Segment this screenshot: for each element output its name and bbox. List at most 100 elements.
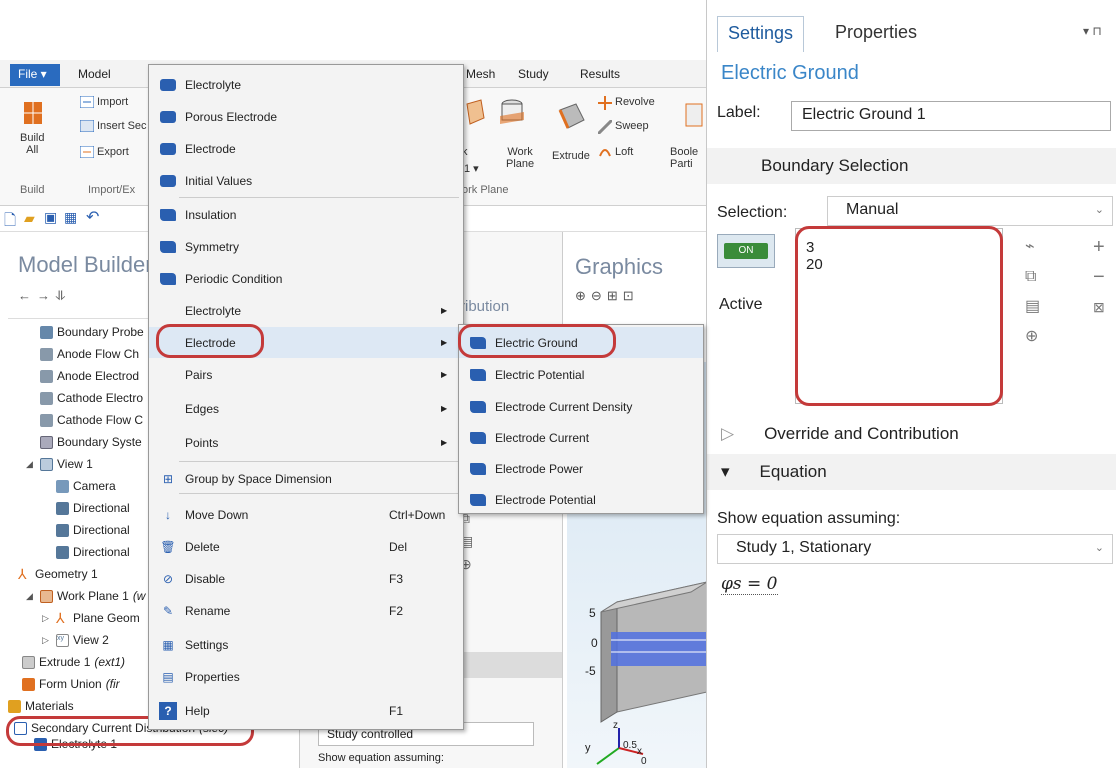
label-field[interactable]: Electric Ground 1 [791, 101, 1111, 131]
tab-results[interactable]: Results [580, 67, 620, 81]
show-icon[interactable]: ⥥ [56, 288, 71, 303]
zoom-box-icon[interactable]: ⊞ [607, 288, 623, 303]
menu-item[interactable]: Electrolyte [149, 69, 463, 100]
tree-item[interactable]: Materials [8, 695, 74, 717]
tab-study[interactable]: Study [518, 67, 549, 81]
booleans-partitions-button[interactable]: Boole Parti [670, 146, 698, 170]
show-equation-label-behind: Show equation assuming: [318, 752, 444, 764]
tree-item[interactable]: ◢ Work Plane 1 (w [26, 585, 145, 607]
submenu-item-label: Electric Potential [495, 367, 585, 382]
tree-item[interactable]: Camera [56, 475, 116, 497]
tree-item[interactable]: Form Union (fir [22, 673, 120, 695]
paste-icon[interactable]: ▤ [1025, 292, 1040, 322]
insert-sequence-button[interactable]: Insert Sec [97, 120, 147, 132]
menu-item[interactable]: ↓ Move Down Ctrl+Down [149, 499, 463, 530]
open-folder-icon[interactable]: ▰ [24, 210, 35, 227]
extrude-icon [22, 655, 35, 669]
menu-item[interactable]: Pairs ▶ [149, 359, 463, 390]
menu-item[interactable]: ▦ Settings [149, 629, 463, 660]
zoom-extents-icon[interactable]: ⊡ [623, 288, 639, 303]
menu-item[interactable]: Periodic Condition [149, 263, 463, 294]
tree-item[interactable]: Directional [56, 519, 130, 541]
tree-item[interactable]: ⅄ Geometry 1 [18, 563, 98, 585]
tree-item[interactable]: Anode Flow Ch [40, 343, 139, 365]
paint-icon[interactable]: ⌁ [1025, 232, 1040, 262]
menu-item[interactable]: Edges ▶ [149, 393, 463, 424]
tree-item-label: Cathode Flow C [57, 413, 144, 427]
expand-arrow-icon[interactable]: ◢ [26, 591, 36, 602]
forward-icon[interactable]: → [37, 288, 56, 303]
back-icon[interactable]: ← [18, 288, 37, 303]
tab-settings[interactable]: Settings [717, 16, 805, 52]
menu-item[interactable]: ? Help F1 [149, 695, 463, 726]
clear-icon[interactable]: ⊠ [1093, 292, 1105, 322]
section-override-label: Override and Contribution [764, 424, 959, 443]
submenu-item[interactable]: Electrode Power [459, 453, 703, 484]
tree-item[interactable]: Directional [56, 497, 130, 519]
save-as-icon[interactable]: ▦ [64, 209, 77, 226]
submenu-item[interactable]: Electric Potential [459, 359, 703, 390]
menu-item[interactable]: ▤ Properties [149, 661, 463, 692]
submenu-item-label: Electrode Power [495, 461, 584, 476]
import-button[interactable]: Import [97, 96, 128, 108]
tab-mesh[interactable]: Mesh [466, 67, 495, 81]
menu-item[interactable]: Porous Electrode [149, 101, 463, 132]
active-label: Active [719, 296, 763, 313]
panel-menu-icon[interactable]: ▾ ⊓ [1083, 24, 1102, 38]
tree-item[interactable]: Cathode Flow C [40, 409, 143, 431]
work-plane-dropdown[interactable]: 1 ▾ [464, 162, 479, 175]
tab-file[interactable]: File ▾ [10, 64, 60, 86]
menu-item[interactable]: Initial Values [149, 165, 463, 196]
tree-item[interactable]: Cathode Electro [40, 387, 143, 409]
active-toggle[interactable]: ON [717, 234, 775, 268]
section-equation[interactable]: ▾ Equation [707, 454, 1116, 490]
section-override-contribution[interactable]: ▷ Override and Contribution [707, 416, 1116, 452]
tree-item[interactable]: Boundary Probe [40, 321, 144, 343]
tree-item[interactable]: Boundary Syste [40, 431, 142, 453]
add-icon[interactable]: + [1093, 232, 1105, 262]
extrude-button[interactable]: Extrude [552, 150, 590, 162]
menu-item[interactable]: Points ▶ [149, 427, 463, 458]
tab-model[interactable]: Model [78, 67, 111, 81]
work-plane-button[interactable]: Work Plane [506, 146, 534, 170]
menu-item[interactable]: ⊞ Group by Space Dimension [149, 463, 463, 494]
expand-arrow-icon[interactable]: ◢ [26, 459, 36, 470]
submenu-item[interactable]: Electrode Current [459, 422, 703, 453]
tree-item[interactable]: Anode Electrod [40, 365, 139, 387]
remove-icon[interactable]: − [1093, 262, 1105, 292]
copy-icon[interactable]: ⧉ [1025, 262, 1040, 292]
list-edit-tools: + − ⊠ [1093, 232, 1105, 322]
zoom-out-icon[interactable]: ⊖ [591, 288, 607, 303]
study-dropdown[interactable]: Study 1, Stationary ⌄ [717, 534, 1113, 564]
section-boundary-selection[interactable]: Boundary Selection [707, 148, 1116, 184]
tree-item[interactable]: Directional [56, 541, 130, 563]
submenu-item[interactable]: Electrode Current Density [459, 391, 703, 422]
menu-item[interactable]: 🗑 Delete Del [149, 531, 463, 562]
undo-icon[interactable]: ↶ [86, 207, 99, 227]
collapsed-arrow-icon[interactable]: ▷ [42, 635, 52, 646]
zoom-selection-icon[interactable]: ⊕ [1025, 322, 1040, 352]
zoom-in-icon[interactable]: ⊕ [575, 288, 591, 303]
section-equation-label: Equation [759, 462, 827, 481]
menu-item[interactable]: ⊘ Disable F3 [149, 563, 463, 594]
tree-item[interactable]: ◢ View 1 [26, 453, 93, 475]
menu-item[interactable]: Electrolyte ▶ [149, 295, 463, 326]
tree-item[interactable]: ▷ ⅄ Plane Geom [42, 607, 140, 629]
menu-item[interactable]: ✎ Rename F2 [149, 595, 463, 626]
disable-icon: ⊘ [162, 571, 174, 586]
menu-item[interactable]: Insulation [149, 199, 463, 230]
menu-item[interactable]: Symmetry [149, 231, 463, 262]
submenu-item[interactable]: Electrode Potential [459, 484, 703, 515]
tab-properties[interactable]: Properties [825, 16, 927, 52]
menu-item[interactable]: Electrode [149, 133, 463, 164]
tree-item[interactable]: Extrude 1 (ext1) [22, 651, 125, 673]
export-button[interactable]: Export [97, 146, 129, 158]
tree-item[interactable]: ▷ xy View 2 [42, 629, 109, 651]
revolve-button[interactable]: Revolve [615, 96, 655, 108]
sweep-button[interactable]: Sweep [615, 120, 649, 132]
build-all-button[interactable]: Build All [20, 132, 44, 156]
selection-dropdown[interactable]: Manual ⌄ [827, 196, 1113, 226]
loft-button[interactable]: Loft [615, 146, 633, 158]
save-icon[interactable]: ▣ [44, 209, 57, 226]
collapsed-arrow-icon[interactable]: ▷ [42, 613, 52, 624]
